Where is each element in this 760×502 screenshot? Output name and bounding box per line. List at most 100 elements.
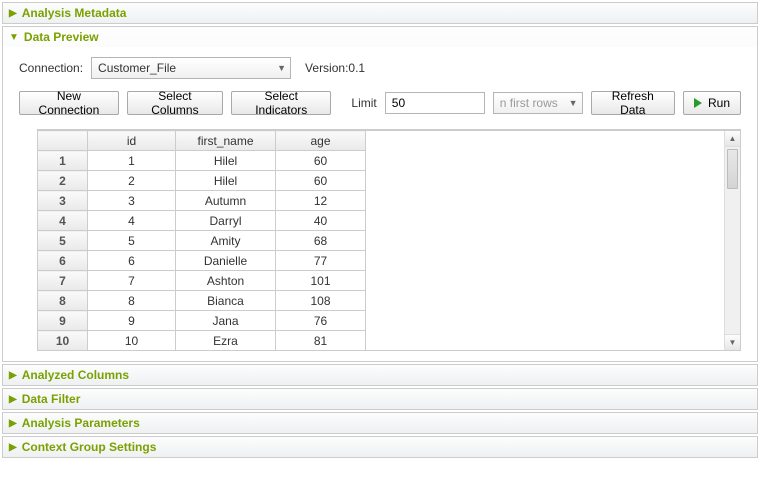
table-row[interactable]: 44Darryl40 (38, 211, 366, 231)
cell-id: 10 (88, 331, 176, 351)
table-row[interactable]: 66Danielle77 (38, 251, 366, 271)
table-row[interactable]: 88Bianca108 (38, 291, 366, 311)
data-table: id first_name age 11Hilel6022Hilel6033Au… (37, 130, 366, 351)
table-row[interactable]: 1010Ezra81 (38, 331, 366, 351)
row-mode-combo[interactable]: n first rows ▼ (493, 92, 583, 114)
cell-age: 81 (276, 331, 366, 351)
run-button[interactable]: Run (683, 91, 741, 115)
scroll-thumb[interactable] (727, 149, 738, 189)
cell-first-name: Ezra (176, 331, 276, 351)
cell-first-name: Hilel (176, 151, 276, 171)
col-header-id[interactable]: id (88, 131, 176, 151)
expand-icon: ▶ (9, 8, 17, 19)
row-number: 5 (38, 231, 88, 251)
section-analyzed-columns: ▶ Analyzed Columns (2, 364, 758, 386)
col-header-first-name[interactable]: first_name (176, 131, 276, 151)
play-icon (694, 98, 702, 108)
row-number: 4 (38, 211, 88, 231)
section-header-data-filter[interactable]: ▶ Data Filter (3, 389, 757, 409)
table-row[interactable]: 33Autumn12 (38, 191, 366, 211)
row-number: 6 (38, 251, 88, 271)
cell-id: 8 (88, 291, 176, 311)
cell-id: 1 (88, 151, 176, 171)
section-header-analyzed-columns[interactable]: ▶ Analyzed Columns (3, 365, 757, 385)
table-row[interactable]: 99Jana76 (38, 311, 366, 331)
cell-first-name: Hilel (176, 171, 276, 191)
connection-combo[interactable]: Customer_File ▼ (91, 57, 291, 79)
data-preview-body: Connection: Customer_File ▼ Version:0.1 … (3, 47, 757, 361)
section-title: Analyzed Columns (22, 368, 129, 382)
col-header-age[interactable]: age (276, 131, 366, 151)
section-analysis-metadata: ▶ Analysis Metadata (2, 2, 758, 24)
row-number: 8 (38, 291, 88, 311)
table-corner (38, 131, 88, 151)
table-row[interactable]: 77Ashton101 (38, 271, 366, 291)
cell-age: 60 (276, 171, 366, 191)
section-header-analysis-metadata[interactable]: ▶ Analysis Metadata (3, 3, 757, 23)
chevron-down-icon: ▼ (569, 98, 578, 108)
limit-label: Limit (351, 96, 376, 110)
section-title: Analysis Parameters (22, 416, 140, 430)
table-empty-area: ▲ ▼ (366, 130, 741, 351)
cell-first-name: Jana (176, 311, 276, 331)
cell-id: 5 (88, 231, 176, 251)
vertical-scrollbar[interactable]: ▲ ▼ (724, 131, 740, 350)
select-indicators-button[interactable]: Select Indicators (231, 91, 331, 115)
row-number: 7 (38, 271, 88, 291)
cell-age: 108 (276, 291, 366, 311)
section-title: Data Filter (22, 392, 81, 406)
row-number: 10 (38, 331, 88, 351)
row-number: 9 (38, 311, 88, 331)
toolbar: New Connection Select Columns Select Ind… (19, 91, 741, 115)
cell-age: 76 (276, 311, 366, 331)
limit-input[interactable] (385, 92, 485, 114)
collapse-icon: ▼ (9, 32, 19, 43)
section-header-analysis-parameters[interactable]: ▶ Analysis Parameters (3, 413, 757, 433)
section-title: Context Group Settings (22, 440, 157, 454)
cell-id: 4 (88, 211, 176, 231)
new-connection-button[interactable]: New Connection (19, 91, 119, 115)
cell-first-name: Bianca (176, 291, 276, 311)
cell-id: 7 (88, 271, 176, 291)
select-columns-button[interactable]: Select Columns (127, 91, 223, 115)
cell-id: 6 (88, 251, 176, 271)
version-label: Version:0.1 (299, 59, 371, 77)
row-number: 1 (38, 151, 88, 171)
chevron-down-icon: ▼ (277, 63, 286, 73)
section-data-filter: ▶ Data Filter (2, 388, 758, 410)
cell-id: 3 (88, 191, 176, 211)
cell-age: 77 (276, 251, 366, 271)
section-header-data-preview[interactable]: ▼ Data Preview (3, 27, 757, 47)
cell-first-name: Danielle (176, 251, 276, 271)
cell-id: 2 (88, 171, 176, 191)
cell-first-name: Darryl (176, 211, 276, 231)
cell-first-name: Amity (176, 231, 276, 251)
table-row[interactable]: 11Hilel60 (38, 151, 366, 171)
expand-icon: ▶ (9, 442, 17, 453)
scroll-up-icon[interactable]: ▲ (725, 131, 740, 147)
table-row[interactable]: 22Hilel60 (38, 171, 366, 191)
cell-age: 12 (276, 191, 366, 211)
scroll-down-icon[interactable]: ▼ (725, 334, 740, 350)
cell-first-name: Ashton (176, 271, 276, 291)
expand-icon: ▶ (9, 418, 17, 429)
row-number: 2 (38, 171, 88, 191)
connection-label: Connection: (19, 61, 83, 75)
expand-icon: ▶ (9, 394, 17, 405)
cell-age: 40 (276, 211, 366, 231)
row-number: 3 (38, 191, 88, 211)
section-data-preview: ▼ Data Preview Connection: Customer_File… (2, 26, 758, 362)
section-context-group-settings: ▶ Context Group Settings (2, 436, 758, 458)
cell-age: 60 (276, 151, 366, 171)
data-table-wrap: id first_name age 11Hilel6022Hilel6033Au… (37, 129, 741, 351)
section-header-context-group-settings[interactable]: ▶ Context Group Settings (3, 437, 757, 457)
section-title: Analysis Metadata (22, 6, 127, 20)
section-analysis-parameters: ▶ Analysis Parameters (2, 412, 758, 434)
connection-value: Customer_File (98, 61, 176, 75)
cell-age: 101 (276, 271, 366, 291)
refresh-data-button[interactable]: Refresh Data (591, 91, 675, 115)
row-mode-value: n first rows (500, 96, 558, 110)
table-row[interactable]: 55Amity68 (38, 231, 366, 251)
cell-age: 68 (276, 231, 366, 251)
section-title: Data Preview (24, 30, 99, 44)
